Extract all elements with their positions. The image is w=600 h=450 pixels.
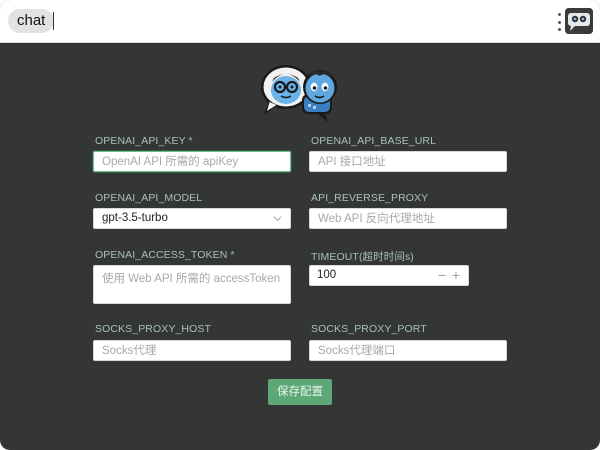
timeout-label: TIMEOUT(超时时间s) [311,251,414,263]
chat-tab[interactable]: chat [8,9,55,33]
api-model-value: gpt-3.5-turbo [102,212,168,224]
app-avatar-icon[interactable] [565,8,593,34]
chatgpt-web-logo [258,60,342,124]
socks-host-input[interactable] [93,340,291,361]
api-key-label: OPENAI_API_KEY * [95,135,193,147]
vertical-dots-icon[interactable] [555,13,563,31]
reverse-proxy-input[interactable] [309,208,507,229]
text-cursor [53,12,54,30]
socks-port-input[interactable] [309,340,507,361]
access-token-label: OPENAI_ACCESS_TOKEN * [95,249,235,261]
access-token-textarea[interactable] [93,265,291,304]
app-window: chat OPENAI_API_KEY * OpenAI API 所需的 api… [0,0,600,450]
increment-button[interactable]: + [450,266,462,285]
save-config-button[interactable]: 保存配置 [268,379,332,405]
socks-host-label: SOCKS_PROXY_HOST [95,323,211,335]
api-base-url-input[interactable] [309,151,507,172]
top-bar: chat [0,0,600,43]
chevron-down-icon [273,216,282,222]
socks-port-label: SOCKS_PROXY_PORT [311,323,427,335]
decrement-button[interactable]: − [436,266,448,285]
timeout-stepper[interactable]: 100 − + [309,265,469,286]
api-model-select[interactable]: gpt-3.5-turbo [93,208,291,229]
timeout-value[interactable]: 100 [317,266,336,285]
reverse-proxy-label: API_REVERSE_PROXY [311,192,429,204]
api-key-input[interactable] [93,151,291,172]
api-model-label: OPENAI_API_MODEL [95,192,203,204]
api-base-url-label: OPENAI_API_BASE_URL [311,135,437,147]
